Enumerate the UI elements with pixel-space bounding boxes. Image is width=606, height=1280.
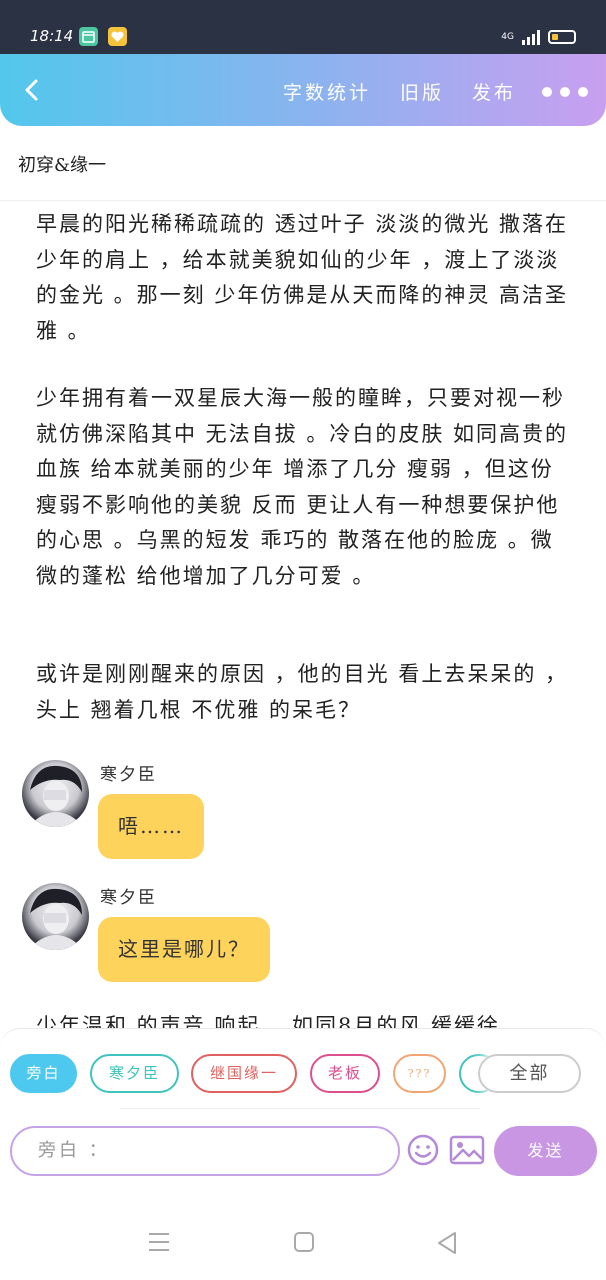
story-paragraph[interactable]: 早晨的阳光稀稀疏疏的 透过叶子 淡淡的微光 撒落在少年的肩上 ，给本就美貌如仙的…: [36, 207, 576, 349]
role-chip-hanxichen[interactable]: 寒夕臣: [90, 1054, 179, 1093]
speech-bubble[interactable]: 唔……: [98, 794, 204, 859]
role-chip-narrator[interactable]: 旁白: [10, 1054, 77, 1093]
role-panel: 旁白 寒夕臣 继国缘一 老板 ??? 全部 旁白 ： 发送: [0, 1028, 606, 1176]
more-dots-icon[interactable]: [542, 87, 588, 97]
role-chip-unknown[interactable]: ???: [393, 1054, 446, 1093]
back-triangle-icon[interactable]: [436, 1231, 458, 1259]
signal-type: 4G: [501, 32, 514, 42]
chat-message[interactable]: 寒夕臣 这里是哪儿？: [22, 883, 582, 993]
story-content[interactable]: 早晨的阳光稀稀疏疏的 透过叶子 淡淡的微光 撒落在少年的肩上 ，给本就美貌如仙的…: [0, 201, 606, 1030]
character-name: 寒夕臣: [100, 888, 157, 908]
avatar[interactable]: [22, 760, 89, 827]
chat-message[interactable]: 寒夕臣 唔……: [22, 760, 582, 870]
image-icon[interactable]: [449, 1135, 485, 1165]
publish-button[interactable]: 发布: [472, 78, 516, 105]
status-time: 18:14: [30, 27, 74, 45]
status-bar: 18:14 4G: [0, 0, 606, 54]
send-button[interactable]: 发送: [494, 1126, 597, 1176]
signal-bars-icon: [522, 29, 540, 45]
avatar[interactable]: [22, 883, 89, 950]
heart-app-icon: [108, 27, 127, 46]
home-square-icon[interactable]: [293, 1231, 315, 1257]
story-paragraph[interactable]: 少年拥有着一双星辰大海一般的瞳眸，只要对视一秒 就仿佛深陷其中 无法自拔 。冷白…: [36, 381, 576, 594]
editor-header: 字数统计 旧版 发布: [0, 54, 606, 126]
menu-icon[interactable]: [147, 1231, 171, 1257]
character-name: 寒夕臣: [100, 765, 157, 785]
speech-bubble[interactable]: 这里是哪儿？: [98, 917, 270, 982]
role-chip-boss[interactable]: 老板: [310, 1054, 380, 1093]
old-version-button[interactable]: 旧版: [400, 78, 444, 105]
all-roles-button[interactable]: 全部: [478, 1054, 581, 1093]
word-count-button[interactable]: 字数统计: [283, 78, 371, 105]
document-title[interactable]: 初穿&缘一: [18, 151, 106, 177]
system-nav-bar: [0, 1176, 606, 1280]
story-paragraph[interactable]: 少年温和 的声音 响起 ，如同8月的风 缓缓徐: [36, 1009, 576, 1030]
calendar-app-icon: [79, 27, 98, 46]
panel-divider: [120, 1108, 480, 1109]
battery-icon: [548, 30, 576, 44]
story-paragraph[interactable]: 或许是刚刚醒来的原因 ，他的目光 看上去呆呆的 ，头上 翘着几根 不优雅 的呆毛…: [36, 657, 576, 728]
role-chip-jiguoyuanyi[interactable]: 继国缘一: [191, 1054, 297, 1093]
smiley-icon[interactable]: [406, 1133, 440, 1167]
chevron-left-icon[interactable]: [16, 74, 48, 106]
message-input[interactable]: 旁白 ：: [10, 1126, 400, 1176]
